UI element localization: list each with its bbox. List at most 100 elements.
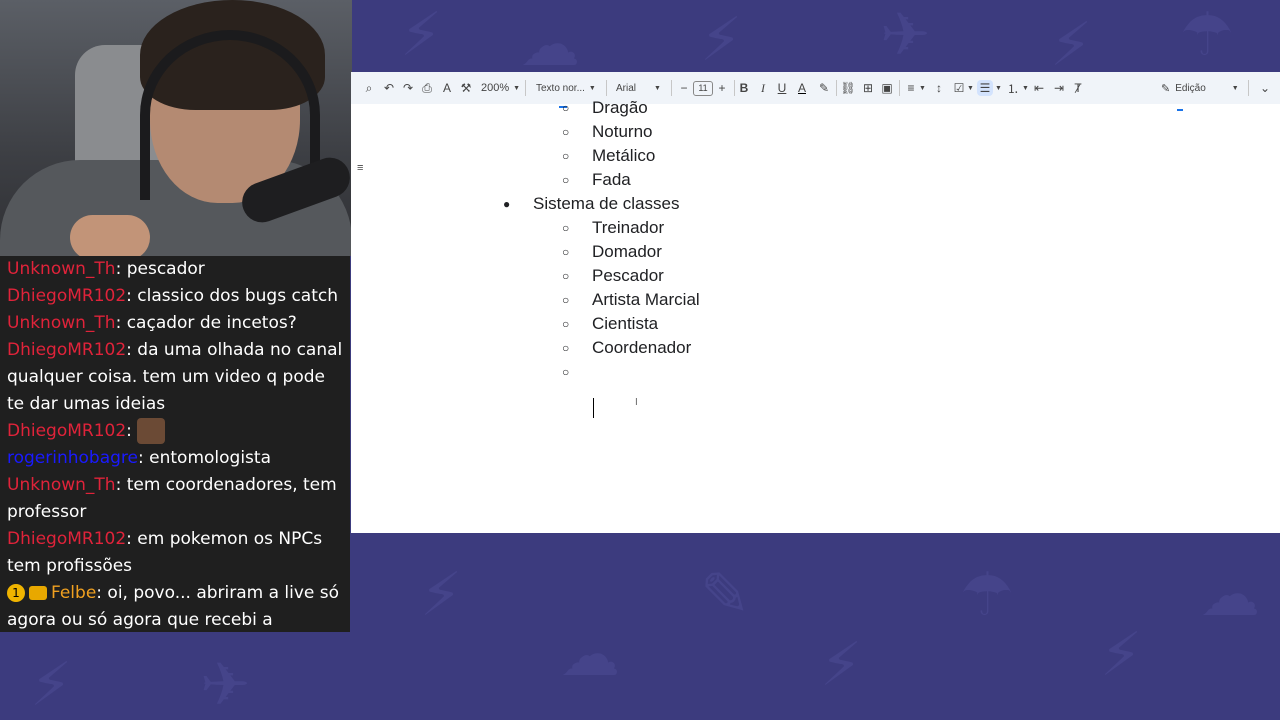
- bullet-hollow-icon: ○: [562, 149, 570, 163]
- chevron-down-icon[interactable]: ▼: [919, 80, 926, 96]
- subscriber-badge-icon: 1: [7, 584, 25, 602]
- font-value: Arial: [616, 82, 637, 94]
- editing-mode-select[interactable]: ✎ Edição ▼: [1161, 80, 1239, 96]
- chat-username[interactable]: Unknown_Th: [7, 313, 116, 333]
- chat-username[interactable]: Felbe: [51, 583, 96, 603]
- chat-text: : classico dos bugs catch: [126, 286, 338, 306]
- document-outline-icon[interactable]: ≡: [357, 162, 363, 174]
- spellcheck-icon[interactable]: A: [439, 80, 455, 96]
- chat-text: : caçador de incetos?: [115, 313, 297, 333]
- line-spacing-icon[interactable]: ↕: [931, 80, 947, 96]
- style-value: Texto nor...: [536, 82, 585, 94]
- chevron-down-icon: ▼: [513, 84, 521, 92]
- chat-username[interactable]: rogerinhobagre: [7, 448, 138, 468]
- undo-icon[interactable]: ↶: [381, 80, 397, 96]
- bullet-filled-icon: ●: [503, 197, 511, 211]
- document-page[interactable]: ≡ ○ Dragão ○ Noturno ○ Metálico ○ Fada ● Sistema …: [351, 98, 1280, 533]
- chat-username[interactable]: Unknown_Th: [7, 259, 116, 279]
- underline-icon[interactable]: U: [774, 80, 790, 96]
- mode-label: Edição: [1175, 82, 1206, 94]
- bulleted-list-icon[interactable]: ☰: [977, 80, 993, 96]
- numbered-list-icon[interactable]: ⒈: [1005, 80, 1021, 96]
- chat-text: : entomologista: [138, 448, 271, 468]
- decrease-indent-icon[interactable]: ⇤: [1031, 80, 1047, 96]
- list-item[interactable]: Pescador: [592, 264, 664, 288]
- divider: [899, 80, 900, 96]
- chevron-down-icon[interactable]: ▼: [1022, 80, 1029, 96]
- style-select[interactable]: Texto nor... ▼: [536, 80, 598, 96]
- list-item[interactable]: Dragão: [592, 96, 648, 120]
- list-item[interactable]: Sistema de classes: [533, 192, 679, 216]
- chat-emote-icon: [137, 418, 166, 444]
- paint-format-icon[interactable]: ⚒: [458, 80, 474, 96]
- streamer-hand: [70, 215, 150, 256]
- font-size-input[interactable]: 11: [693, 80, 713, 96]
- docs-window: ⌕ ↶ ↷ ⎙ A ⚒ 200% ▼ Texto nor... ▼ Arial ▼ −…: [351, 72, 1280, 533]
- list-item[interactable]: Treinador: [592, 216, 664, 240]
- image-icon[interactable]: ▣: [879, 80, 895, 96]
- chat-message: DhiegoMR102: da uma olhada no canal qual…: [7, 337, 344, 418]
- divider: [525, 80, 526, 96]
- bullet-hollow-icon: ○: [562, 101, 570, 115]
- list-item[interactable]: Artista Marcial: [592, 288, 700, 312]
- text-color-icon[interactable]: A: [794, 80, 810, 96]
- divider: [1248, 80, 1249, 96]
- bullet-hollow-icon: ○: [562, 269, 570, 283]
- highlight-icon[interactable]: ✎: [816, 80, 832, 96]
- increase-indent-icon[interactable]: ⇥: [1051, 80, 1067, 96]
- docs-toolbar: ⌕ ↶ ↷ ⎙ A ⚒ 200% ▼ Texto nor... ▼ Arial ▼ −…: [351, 72, 1280, 104]
- bullet-hollow-icon: ○: [562, 341, 570, 355]
- list-item[interactable]: Cientista: [592, 312, 658, 336]
- chat-text: : pescador: [115, 259, 205, 279]
- decrease-font-size-icon[interactable]: −: [676, 80, 692, 96]
- bullet-hollow-icon: ○: [562, 221, 570, 235]
- chevron-down-icon: ▼: [654, 84, 661, 92]
- list-item[interactable]: Metálico: [592, 144, 655, 168]
- checklist-icon[interactable]: ☑: [951, 80, 967, 96]
- divider: [734, 80, 735, 96]
- ruler-right-marker[interactable]: [1177, 109, 1183, 111]
- bold-icon[interactable]: B: [736, 80, 752, 96]
- chat-username[interactable]: DhiegoMR102: [7, 286, 126, 306]
- chat-username[interactable]: DhiegoMR102: [7, 340, 126, 360]
- divider: [671, 80, 672, 96]
- redo-icon[interactable]: ↷: [400, 80, 416, 96]
- chevron-down-icon[interactable]: ▼: [967, 80, 974, 96]
- chevron-down-icon[interactable]: ▼: [995, 80, 1002, 96]
- chat-badge-icon: [29, 586, 47, 600]
- divider: [836, 80, 837, 96]
- chat-message: Unknown_Th: pescador: [7, 256, 344, 283]
- list-item[interactable]: Fada: [592, 168, 631, 192]
- pencil-icon: ✎: [1161, 82, 1171, 95]
- align-icon[interactable]: ≡: [903, 80, 919, 96]
- clear-formatting-icon[interactable]: Ⱦ: [1070, 80, 1086, 96]
- link-icon[interactable]: ⛓: [840, 80, 856, 96]
- italic-icon[interactable]: I: [755, 80, 771, 96]
- list-item[interactable]: Noturno: [592, 120, 652, 144]
- bullet-hollow-icon: ○: [562, 317, 570, 331]
- increase-font-size-icon[interactable]: +: [714, 80, 730, 96]
- collapse-toolbar-icon[interactable]: ⌄: [1257, 80, 1273, 96]
- list-item[interactable]: Domador: [592, 240, 662, 264]
- chat-username[interactable]: DhiegoMR102: [7, 421, 126, 441]
- zoom-value: 200%: [481, 82, 510, 94]
- bullet-hollow-icon: ○: [562, 365, 570, 379]
- chevron-down-icon: ▼: [588, 84, 596, 92]
- chat-message: DhiegoMR102: em pokemon os NPCs tem prof…: [7, 526, 344, 580]
- list-item[interactable]: Coordenador: [592, 336, 691, 360]
- comment-icon[interactable]: ⊞: [860, 80, 876, 96]
- chat-message: rogerinhobagre: entomologista: [7, 445, 344, 472]
- font-select[interactable]: Arial ▼: [616, 80, 666, 96]
- divider: [606, 80, 607, 96]
- bullet-hollow-icon: ○: [562, 125, 570, 139]
- chat-username[interactable]: Unknown_Th: [7, 475, 116, 495]
- search-icon[interactable]: ⌕: [361, 80, 377, 96]
- zoom-select[interactable]: 200% ▼: [481, 80, 520, 96]
- print-icon[interactable]: ⎙: [419, 80, 435, 96]
- bullet-hollow-icon: ○: [562, 173, 570, 187]
- chat-message: 1 Felbe: oi, povo... abriram a live só ag…: [7, 580, 344, 634]
- chat-message: DhiegoMR102: classico dos bugs catch: [7, 283, 344, 310]
- chevron-down-icon: ▼: [1231, 84, 1239, 92]
- webcam-feed: [0, 0, 352, 256]
- chat-username[interactable]: DhiegoMR102: [7, 529, 126, 549]
